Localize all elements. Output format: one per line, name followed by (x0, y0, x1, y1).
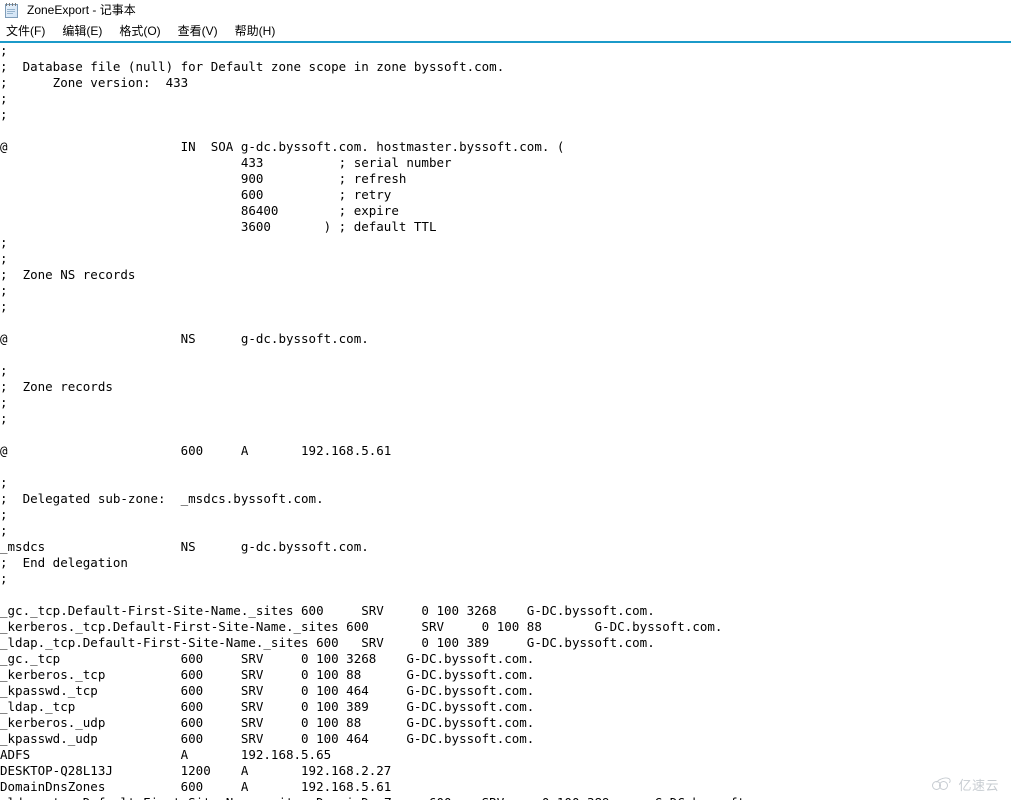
text-editor[interactable]: ; ; Database file (null) for Default zon… (0, 43, 1011, 800)
menu-item-format[interactable]: 格式(O) (119, 21, 169, 41)
notepad-window: ZoneExport - 记事本 文件(F) 编辑(E) 格式(O) 查看(V)… (0, 0, 1011, 800)
menu-item-help[interactable]: 帮助(H) (235, 21, 285, 41)
title-bar: ZoneExport - 记事本 (0, 0, 1011, 21)
editor-client-area: ; ; Database file (null) for Default zon… (0, 43, 1011, 800)
window-title: ZoneExport - 记事本 (27, 3, 136, 17)
menu-bar: 文件(F) 编辑(E) 格式(O) 查看(V) 帮助(H) (0, 21, 1011, 41)
notepad-icon (4, 2, 20, 19)
menu-item-file[interactable]: 文件(F) (6, 21, 54, 41)
menu-item-view[interactable]: 查看(V) (178, 21, 227, 41)
menu-item-edit[interactable]: 编辑(E) (62, 21, 111, 41)
